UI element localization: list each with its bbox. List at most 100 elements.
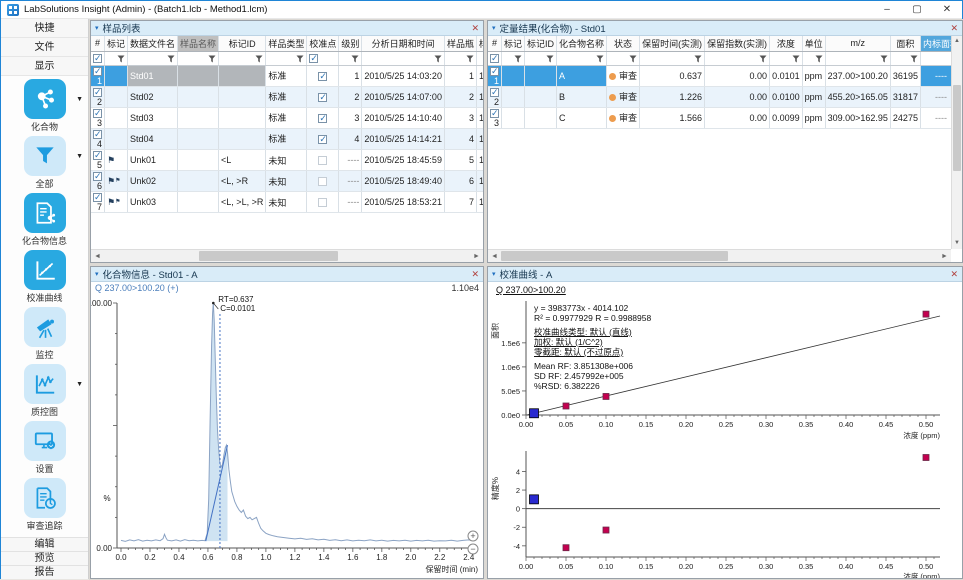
filter-cell[interactable]	[920, 51, 951, 65]
filter-cell[interactable]	[525, 51, 557, 65]
checkbox[interactable]	[318, 93, 327, 102]
column-header[interactable]: 样品量	[476, 36, 483, 51]
scroll-right-icon[interactable]: ►	[938, 253, 951, 260]
residual-point-selected[interactable]	[530, 495, 539, 504]
filter-funnel-icon[interactable]	[759, 55, 767, 63]
tool-button-compound-info[interactable]: 化合物信息	[1, 193, 88, 250]
filter-funnel-icon[interactable]	[694, 55, 702, 63]
filter-cell[interactable]	[219, 51, 266, 65]
tool-button-molecule[interactable]: 化合物▼	[1, 79, 88, 136]
filter-cell[interactable]	[825, 51, 890, 65]
residual-point[interactable]	[923, 455, 929, 461]
checkbox[interactable]	[490, 88, 499, 97]
collapse-caret-icon[interactable]: ▾	[492, 270, 496, 278]
tool-button-filter[interactable]: 全部▼	[1, 136, 88, 193]
filter-cell[interactable]	[339, 51, 362, 65]
filter-cell[interactable]	[476, 51, 483, 65]
column-header[interactable]: 内标面积	[920, 36, 951, 51]
filter-funnel-icon[interactable]	[546, 55, 554, 63]
panel-close-icon[interactable]: ✕	[471, 24, 479, 33]
filter-cell[interactable]	[362, 51, 445, 65]
filter-funnel-icon[interactable]	[117, 55, 125, 63]
checkbox[interactable]	[93, 67, 102, 76]
filter-cell[interactable]	[705, 51, 770, 65]
column-header[interactable]: 保留时间(实测)	[640, 36, 705, 51]
scroll-down-icon[interactable]: ▼	[952, 238, 962, 249]
checkbox[interactable]	[318, 114, 327, 123]
checkbox[interactable]	[93, 172, 102, 181]
close-button[interactable]: ✕	[932, 1, 962, 18]
column-header[interactable]: 样品类型	[266, 36, 307, 51]
checkbox[interactable]	[93, 88, 102, 97]
filter-cell[interactable]	[488, 51, 502, 65]
filter-funnel-icon[interactable]	[208, 55, 216, 63]
filter-funnel-icon[interactable]	[434, 55, 442, 63]
column-header[interactable]: 标记	[502, 36, 525, 51]
cal-point[interactable]	[923, 311, 929, 317]
checkbox[interactable]	[93, 193, 102, 202]
filter-cell[interactable]	[770, 51, 803, 65]
table-row[interactable]: 6⚑⚑Unk02<L, >R未知----2010/5/25 18:49:4061	[91, 171, 483, 192]
panel-close-icon[interactable]: ✕	[950, 24, 958, 33]
scroll-left-icon[interactable]: ◄	[488, 253, 501, 260]
chevron-down-icon[interactable]: ▼	[76, 96, 83, 103]
column-header[interactable]: #	[91, 36, 105, 51]
tool-button-qc-chart[interactable]: 质控图▼	[1, 364, 88, 421]
checkbox[interactable]	[318, 135, 327, 144]
column-header[interactable]: 样品瓶	[444, 36, 476, 51]
transition-link[interactable]: Q 237.00>100.20	[496, 285, 566, 295]
zoom-in-icon[interactable]: +	[468, 531, 478, 541]
sidebar-tab-bottom-2[interactable]: 预览	[1, 551, 88, 565]
tool-button-audit-trail[interactable]: 审查追踪	[1, 478, 88, 535]
filter-funnel-icon[interactable]	[596, 55, 604, 63]
zoom-out-icon[interactable]: −	[468, 544, 478, 554]
scroll-right-icon[interactable]: ►	[470, 253, 483, 260]
column-header[interactable]: 单位	[802, 36, 825, 51]
cal-point[interactable]	[563, 403, 569, 409]
filter-funnel-icon[interactable]	[466, 55, 474, 63]
table-row[interactable]: 4Std04标准42010/5/25 14:14:2141	[91, 128, 483, 149]
filter-cell[interactable]	[802, 51, 825, 65]
filter-cell[interactable]	[91, 51, 105, 65]
residual-point[interactable]	[603, 527, 609, 533]
filter-funnel-icon[interactable]	[792, 55, 800, 63]
horizontal-scrollbar[interactable]: ◄ ►	[488, 249, 951, 262]
table-row[interactable]: 5⚑Unk01<L未知----2010/5/25 18:45:5951	[91, 150, 483, 171]
filter-funnel-icon[interactable]	[514, 55, 522, 63]
cal-setting-link[interactable]: 加权: 默认 (1/C^2)	[534, 337, 754, 347]
column-header[interactable]: 标记ID	[219, 36, 266, 51]
table-row[interactable]: 7⚑⚑Unk03<L, >L, >R未知----2010/5/25 18:53:…	[91, 192, 483, 213]
cal-setting-link[interactable]: 校准曲线类型: 默认 (直线)	[534, 327, 754, 337]
checkbox[interactable]	[93, 151, 102, 160]
filter-funnel-icon[interactable]	[815, 55, 823, 63]
column-header[interactable]: 样品名称	[178, 36, 219, 51]
sidebar-tab-3[interactable]: 显示	[1, 57, 88, 76]
column-header[interactable]: 浓度	[770, 36, 803, 51]
filter-cell[interactable]	[502, 51, 525, 65]
filter-funnel-icon[interactable]	[880, 55, 888, 63]
cal-point-selected[interactable]	[530, 409, 539, 418]
panel-close-icon[interactable]: ✕	[471, 270, 479, 279]
tool-button-telescope[interactable]: 监控	[1, 307, 88, 364]
scrollbar-thumb[interactable]	[501, 251, 728, 261]
cal-setting-link[interactable]: 零截距: 默认 (不过原点)	[534, 347, 754, 357]
column-header[interactable]: 数据文件名	[128, 36, 178, 51]
sidebar-tab-1[interactable]: 快捷	[1, 19, 88, 38]
collapse-caret-icon[interactable]: ▾	[95, 270, 99, 278]
column-header[interactable]: 状态	[607, 36, 640, 51]
checkbox[interactable]	[490, 109, 499, 118]
column-header[interactable]: #	[488, 36, 502, 51]
checkbox[interactable]	[490, 54, 499, 63]
checkbox[interactable]	[93, 130, 102, 139]
column-header[interactable]: 分析日期和时间	[362, 36, 445, 51]
panel-close-icon[interactable]: ✕	[950, 270, 958, 279]
cal-point[interactable]	[603, 393, 609, 399]
checkbox[interactable]	[309, 54, 318, 63]
vertical-scrollbar[interactable]: ▲ ▼	[951, 36, 962, 249]
scrollbar-thumb[interactable]	[953, 85, 961, 171]
filter-cell[interactable]	[444, 51, 476, 65]
chevron-down-icon[interactable]: ▼	[76, 153, 83, 160]
checkbox[interactable]	[318, 72, 327, 81]
filter-funnel-icon[interactable]	[351, 55, 359, 63]
table-row[interactable]: 2Std02标准22010/5/25 14:07:0021	[91, 86, 483, 107]
